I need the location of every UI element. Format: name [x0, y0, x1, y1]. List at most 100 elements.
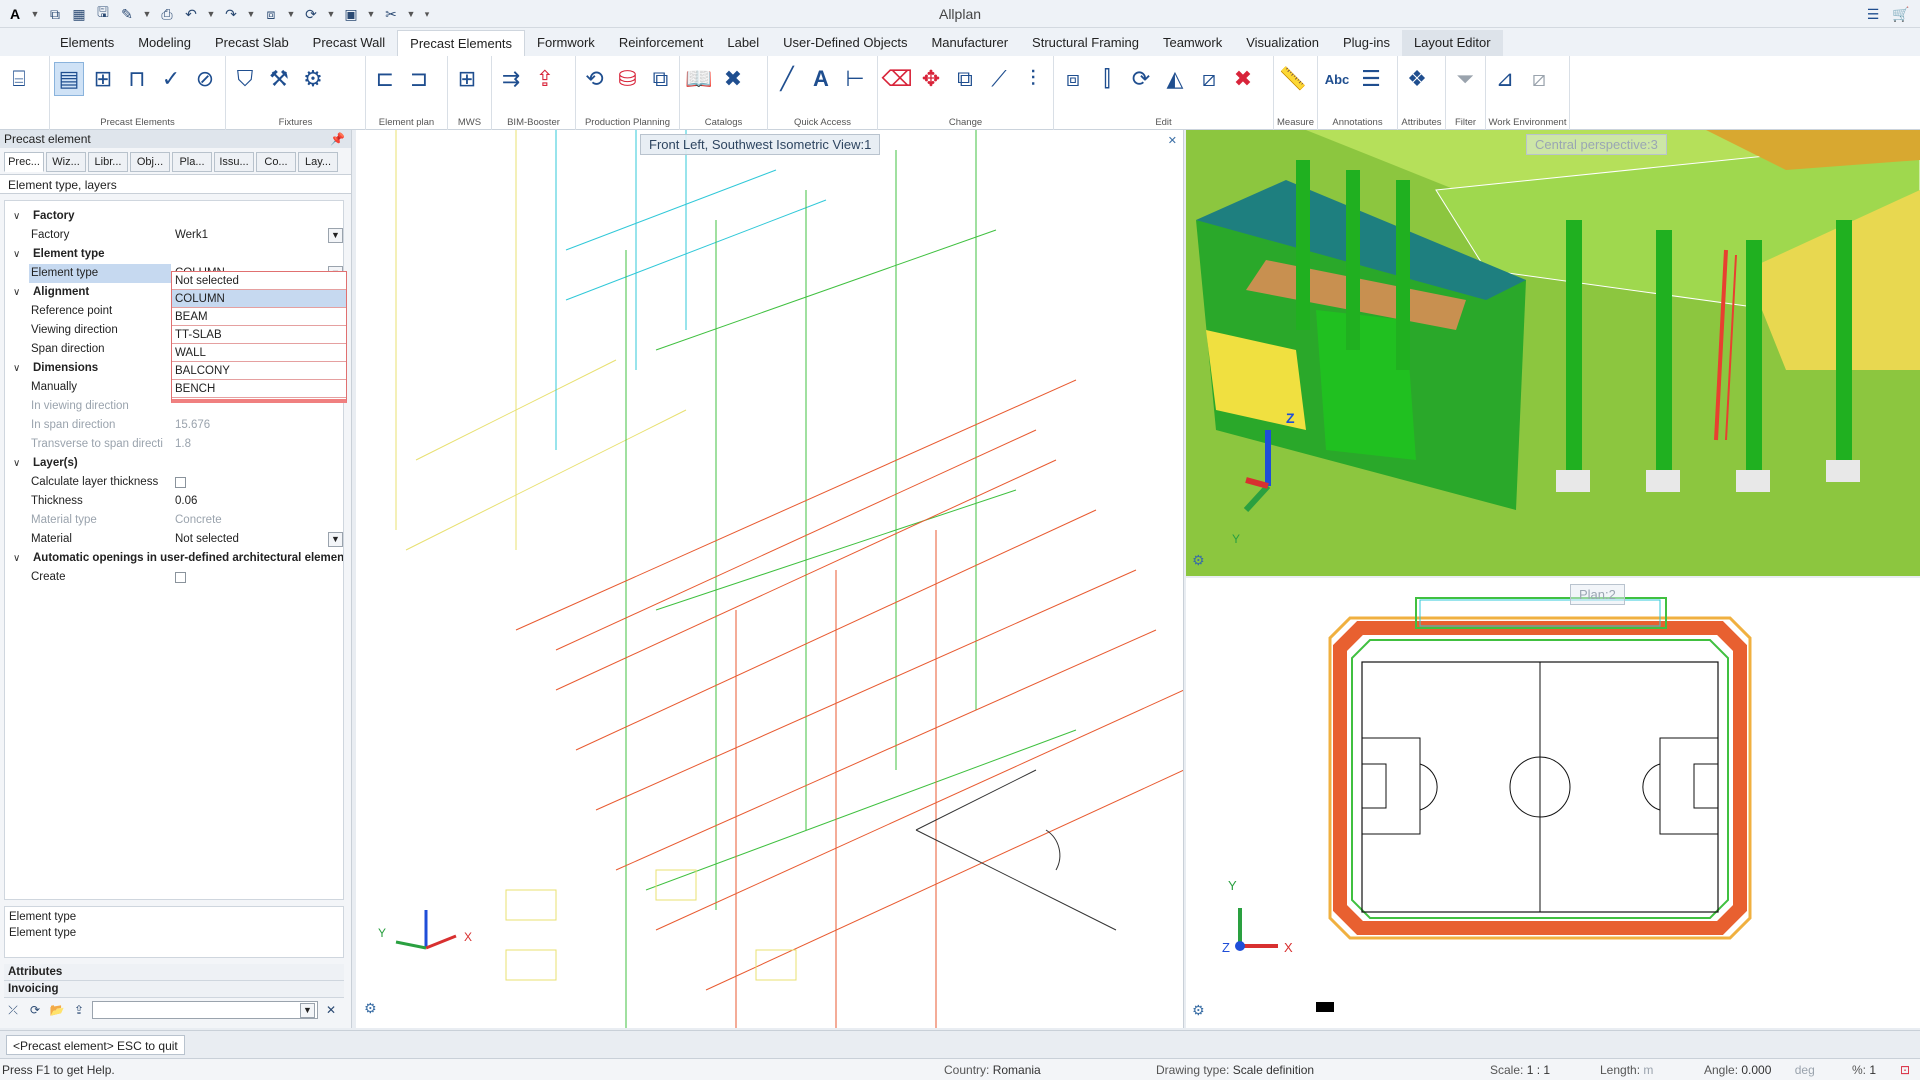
line-icon[interactable]: ╱	[772, 62, 802, 96]
viewport-perspective[interactable]: Central perspective:3 Z Y ⚙	[1186, 130, 1920, 576]
tab-modeling[interactable]: Modeling	[126, 30, 203, 56]
production-folder-icon[interactable]: ⛁	[613, 62, 642, 96]
palette-tab-connect[interactable]: Co...	[256, 152, 296, 172]
element-plan-edit-icon[interactable]: ⊐	[404, 62, 434, 96]
palette-tab-wizards[interactable]: Wiz...	[46, 152, 86, 172]
thickness-input[interactable]: 0.06	[171, 492, 343, 511]
dropdown-option[interactable]: WALL	[172, 344, 346, 362]
dropdown-arrow-icon[interactable]: ▼	[300, 1003, 315, 1018]
dropdown-arrow-icon[interactable]: ▼	[328, 532, 343, 547]
export-icon[interactable]: ⇪	[70, 1001, 88, 1019]
cart-icon[interactable]: 🛒	[1890, 3, 1912, 25]
calc-layer-thickness-checkbox[interactable]	[175, 477, 186, 488]
chevron-down-icon[interactable]: ∨	[13, 283, 20, 302]
dropdown-option[interactable]: COLUMN	[172, 290, 346, 308]
workspace-icon[interactable]: ⊿	[1490, 62, 1520, 96]
tab-formwork[interactable]: Formwork	[525, 30, 607, 56]
tab-precast-slab[interactable]: Precast Slab	[203, 30, 301, 56]
erase-icon[interactable]: ⌫	[881, 62, 912, 96]
pin-icon[interactable]: 📌	[330, 130, 345, 148]
dropdown-option[interactable]: BALCONY	[172, 362, 346, 380]
filter-icon[interactable]: ⏷	[1450, 62, 1480, 96]
annotation-list-icon[interactable]: ☰	[1356, 62, 1386, 96]
copy-modify-icon[interactable]: ⧉	[950, 62, 980, 96]
measure-icon[interactable]: 📏	[1278, 62, 1308, 96]
rotate-icon[interactable]: ⟳	[26, 1001, 44, 1019]
viewport-plan[interactable]: Plan:2 Y X Z ⚙	[1186, 578, 1920, 1028]
factory-select[interactable]: Werk1	[171, 226, 343, 245]
viewport-settings-icon[interactable]: ⚙	[364, 1000, 377, 1017]
production-icon[interactable]: ⟲	[580, 62, 609, 96]
delete-icon[interactable]: ✖	[1228, 62, 1258, 96]
element-plan-icon[interactable]: ⊏	[370, 62, 400, 96]
angle-unit[interactable]: deg	[1795, 1063, 1815, 1077]
mirror-icon[interactable]: ◭	[1160, 62, 1190, 96]
viewport-isometric[interactable]: Front Left, Southwest Isometric View:1 Y…	[356, 130, 1184, 1028]
dropdown-option[interactable]: BEAM	[172, 308, 346, 326]
text-icon[interactable]: A	[806, 62, 836, 96]
palette-tab-issues[interactable]: Issu...	[214, 152, 254, 172]
close-tools-icon[interactable]: ✕	[322, 1001, 340, 1019]
production-list-icon[interactable]: ⧉	[646, 62, 675, 96]
chevron-down-icon[interactable]: ∨	[13, 549, 20, 568]
tab-structural-framing[interactable]: Structural Framing	[1020, 30, 1151, 56]
modify-element-icon[interactable]: ⊞	[88, 62, 118, 96]
palette-tab-planes[interactable]: Pla...	[172, 152, 212, 172]
length-unit[interactable]: m	[1643, 1063, 1653, 1077]
check-element-icon[interactable]: ⊘	[190, 62, 220, 96]
rotate-icon[interactable]: ⟳	[1126, 62, 1156, 96]
tab-reinforcement[interactable]: Reinforcement	[607, 30, 716, 56]
percent-value[interactable]: 1	[1869, 1063, 1876, 1077]
dimension-icon[interactable]: ⊢	[840, 62, 870, 96]
bim-upload-icon[interactable]: ⇪	[530, 62, 560, 96]
open-folder-icon[interactable]: 📂	[48, 1001, 66, 1019]
tab-manufacturer[interactable]: Manufacturer	[919, 30, 1020, 56]
group-factory[interactable]: ∨ Factory	[5, 207, 345, 226]
element-frame-icon[interactable]: ⊓	[122, 62, 152, 96]
attributes-icon[interactable]: ❖	[1402, 62, 1432, 96]
palette-tab-layers[interactable]: Lay...	[298, 152, 338, 172]
group-auto-openings[interactable]: ∨ Automatic openings in user-defined arc…	[5, 549, 345, 568]
fixture-settings-icon[interactable]: ⚙	[298, 62, 328, 96]
angle-value[interactable]: 0.000	[1741, 1063, 1771, 1077]
tab-teamwork[interactable]: Teamwork	[1151, 30, 1234, 56]
tab-visualization[interactable]: Visualization	[1234, 30, 1331, 56]
chevron-down-icon[interactable]: ∨	[13, 207, 20, 226]
viewport-settings-icon[interactable]: ⚙	[1192, 552, 1205, 569]
stretch-icon[interactable]: ⟋	[984, 62, 1014, 96]
tab-precast-wall[interactable]: Precast Wall	[301, 30, 397, 56]
mws-icon[interactable]: ⊞	[452, 62, 482, 96]
chevron-down-icon[interactable]: ∨	[13, 359, 20, 378]
group-layers[interactable]: ∨ Layer(s)	[5, 454, 345, 473]
tab-user-defined-objects[interactable]: User-Defined Objects	[771, 30, 919, 56]
chevron-down-icon[interactable]: ∨	[13, 454, 20, 473]
workspace-settings-icon[interactable]: ⧄	[1524, 62, 1554, 96]
menu-icon[interactable]: ☰	[1862, 3, 1884, 25]
palette-tab-precast[interactable]: Prec...	[4, 152, 44, 172]
scale-value[interactable]: 1 : 1	[1527, 1063, 1550, 1077]
create-checkbox[interactable]	[175, 572, 186, 583]
chevron-down-icon[interactable]: ∨	[13, 245, 20, 264]
tab-precast-elements[interactable]: Precast Elements	[397, 30, 526, 56]
tab-elements[interactable]: Elements	[48, 30, 126, 56]
palette-tab-objects[interactable]: Obj...	[130, 152, 170, 172]
palette-tab-library[interactable]: Libr...	[88, 152, 128, 172]
fixture-modify-icon[interactable]: ⚒	[264, 62, 294, 96]
viewport-settings-icon[interactable]: ⚙	[1192, 1002, 1205, 1019]
alert-icon[interactable]: ⊡	[1900, 1059, 1910, 1080]
dropdown-option[interactable]: TT-SLAB	[172, 326, 346, 344]
split-icon[interactable]: ⫶	[1018, 62, 1048, 96]
tab-label[interactable]: Label	[715, 30, 771, 56]
move-icon[interactable]: ✥	[916, 62, 946, 96]
element-icon[interactable]: ⌸	[4, 62, 34, 96]
spell-check-icon[interactable]: Abc	[1322, 62, 1352, 96]
align-icon[interactable]: ⫿	[1092, 62, 1122, 96]
favorites-combo[interactable]: ▼	[92, 1001, 318, 1019]
dropdown-arrow-icon[interactable]: ▼	[328, 228, 343, 243]
invoicing-section[interactable]: Invoicing	[4, 981, 344, 998]
dropdown-option[interactable]: Not selected	[172, 272, 346, 290]
attributes-section[interactable]: Attributes	[4, 964, 344, 981]
material-select[interactable]: Not selected	[171, 530, 343, 549]
dropdown-option[interactable]: BENCH	[172, 380, 346, 398]
transform-icon[interactable]: ⧄	[1194, 62, 1224, 96]
